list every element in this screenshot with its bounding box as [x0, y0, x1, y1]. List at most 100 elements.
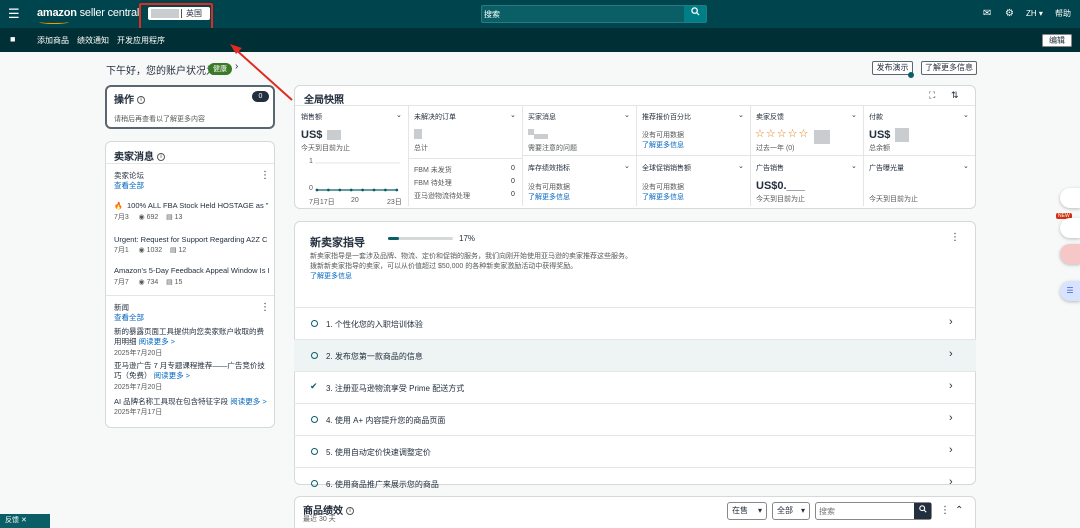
chevron-down-icon[interactable]: ⌄: [624, 162, 630, 170]
nav-develop-apps[interactable]: 开发应用程序: [117, 35, 165, 46]
chevron-right-icon[interactable]: ›: [949, 412, 953, 424]
actions-title: 操作 i: [114, 91, 145, 106]
snapshot-title: 全局快照: [304, 95, 344, 106]
search-input[interactable]: [484, 7, 684, 21]
sort-icon[interactable]: ⇅: [951, 90, 959, 101]
forum-view-all-link[interactable]: 查看全部: [114, 181, 269, 191]
open-orders-label: 未解决的订单: [414, 114, 456, 121]
nav-add-product[interactable]: 添加商品: [37, 35, 69, 46]
mail-icon[interactable]: ✉: [983, 8, 991, 20]
close-icon[interactable]: ✕: [21, 517, 27, 524]
guide-step[interactable]: 2. 发布您第一款商品的信息 ›: [294, 339, 976, 371]
guide-description: 新卖家指导是一套涉及品牌、物流、定价和促销的服务，我们向刚开始使用亚马逊的卖家推…: [310, 253, 632, 260]
info-icon[interactable]: i: [157, 153, 165, 162]
chevron-right-icon[interactable]: ›: [235, 61, 238, 72]
forum-post-title[interactable]: Urgent: Request for Support Regarding A2…: [114, 235, 269, 245]
chevron-down-icon[interactable]: ⌄: [851, 162, 857, 170]
product-search-input[interactable]: [819, 505, 911, 517]
ad-impressions-label: 广告曝光量: [869, 165, 904, 172]
guide-learn-more-link[interactable]: 了解更多信息: [310, 271, 352, 281]
feedback-tab[interactable]: 反馈 ✕: [0, 514, 50, 528]
chevron-right-icon[interactable]: ›: [949, 348, 953, 360]
side-tab-top[interactable]: [1060, 188, 1080, 208]
guide-step[interactable]: 1. 个性化您的入职培训体验 ›: [294, 307, 976, 339]
expand-icon[interactable]: ⛶: [929, 90, 935, 101]
sales-point: [361, 188, 364, 192]
chevron-down-icon[interactable]: ⌄: [510, 111, 516, 119]
news-item[interactable]: AI 品牌名称工具现在包含特征字段 阅读更多 >: [114, 397, 269, 407]
chevron-down-icon[interactable]: ⌄: [396, 111, 402, 119]
forum-post-title[interactable]: Amazon's 5-Day Feedback Appeal Window Is…: [114, 266, 269, 276]
divider: [750, 106, 751, 206]
side-tab-list[interactable]: ☰: [1060, 281, 1080, 301]
news-item[interactable]: 亚马逊广告 7 月专题课程推荐——广告竞价技 巧（免费） 阅读更多 >: [114, 361, 269, 381]
chevron-down-icon[interactable]: ⌄: [963, 162, 969, 170]
side-tab-avatar[interactable]: [1060, 244, 1080, 264]
read-more-link[interactable]: 阅读更多 >: [154, 371, 190, 380]
nav-performance-notifications[interactable]: 绩效通知: [77, 35, 109, 46]
news-title: 新闻: [114, 303, 129, 312]
circle-icon: [311, 352, 318, 359]
order-row-value: 0: [511, 178, 515, 185]
global-promo-link[interactable]: 了解更多信息: [642, 192, 684, 202]
ad-sales-sub: 今天到目前为止: [756, 196, 805, 203]
edit-button[interactable]: 编辑: [1042, 34, 1072, 47]
actions-empty-text: 请稍后再查看以了解更多内容: [114, 116, 205, 123]
guide-step[interactable]: 6. 使用商品推广来展示您的商品 ›: [294, 467, 976, 499]
forum-post-title[interactable]: 100% ALL FBA Stock Held HOSTAGE as "R: [127, 201, 269, 211]
more-options-icon[interactable]: ⋮: [260, 302, 270, 313]
product-search-button[interactable]: [914, 503, 931, 519]
forum-post-meta: 7月7 ◉ 734 ▤ 15: [114, 277, 182, 287]
chevron-right-icon[interactable]: ›: [949, 380, 953, 392]
side-tab-new[interactable]: [1060, 218, 1080, 238]
chevron-right-icon[interactable]: ›: [949, 476, 953, 488]
inventory-label: 库存绩效指标: [528, 165, 570, 172]
read-more-link[interactable]: 阅读更多 >: [139, 337, 175, 346]
logo[interactable]: amazon seller central: [37, 7, 139, 24]
chevron-right-icon[interactable]: ›: [949, 316, 953, 328]
help-link[interactable]: 帮助: [1055, 8, 1071, 20]
bookmark-icon[interactable]: ■: [10, 34, 15, 44]
more-options-icon[interactable]: ⋮: [940, 505, 950, 516]
all-select[interactable]: 全部 ▾: [772, 502, 810, 520]
chevron-right-icon[interactable]: ›: [949, 444, 953, 456]
feedback-tab-label: 反馈: [5, 517, 19, 524]
language-selector[interactable]: ZH ▾: [1026, 8, 1043, 20]
sales-sub: 今天到目前为止: [301, 145, 350, 152]
news-item-title: 新的暴露页面工具提供向您卖家账户收取的费: [114, 327, 264, 336]
account-health-badge[interactable]: 健康: [208, 63, 232, 75]
collapse-icon[interactable]: ⌃: [955, 505, 963, 516]
star-rating-icon: ☆☆☆☆☆: [755, 128, 810, 140]
divider: [295, 105, 975, 106]
chevron-down-icon[interactable]: ⌄: [851, 111, 857, 119]
menu-icon[interactable]: ☰: [8, 7, 20, 21]
learn-more-button[interactable]: 了解更多信息: [921, 61, 977, 75]
info-icon[interactable]: i: [137, 96, 145, 105]
guide-step[interactable]: ✔ 3. 注册亚马逊物流享受 Prime 配送方式 ›: [294, 371, 976, 403]
chevron-down-icon: ▾: [800, 506, 805, 515]
value-redacted: [414, 129, 422, 139]
chevron-down-icon[interactable]: ⌄: [738, 111, 744, 119]
guide-step[interactable]: 5. 使用自动定价快速调整定价 ›: [294, 435, 976, 467]
info-icon[interactable]: i: [346, 507, 354, 516]
sales-point: [315, 188, 319, 192]
status-select[interactable]: 在售 ▾: [727, 502, 767, 520]
read-more-link[interactable]: 阅读更多 >: [230, 397, 266, 406]
featured-offer-link[interactable]: 了解更多信息: [642, 140, 684, 150]
news-item-title-cont: 用明细: [114, 337, 137, 346]
more-options-icon[interactable]: ⋮: [950, 232, 960, 243]
chevron-down-icon[interactable]: ⌄: [624, 111, 630, 119]
publish-demo-button[interactable]: 发布演示: [872, 61, 913, 75]
news-view-all-link[interactable]: 查看全部: [114, 313, 269, 323]
gear-icon[interactable]: ⚙: [1005, 8, 1014, 20]
news-item[interactable]: 新的暴露页面工具提供向您卖家账户收取的费 用明细 阅读更多 >: [114, 327, 269, 347]
sales-point: [395, 188, 399, 192]
hot-post-icon: 🔥: [114, 203, 123, 210]
chevron-down-icon[interactable]: ⌄: [738, 162, 744, 170]
guide-step[interactable]: 4. 使用 A+ 内容提升您的商品页面 ›: [294, 403, 976, 435]
more-options-icon[interactable]: ⋮: [260, 170, 270, 181]
search-icon: [918, 505, 927, 513]
inventory-link[interactable]: 了解更多信息: [528, 192, 570, 202]
search-button[interactable]: [684, 6, 706, 22]
chevron-down-icon[interactable]: ⌄: [963, 111, 969, 119]
